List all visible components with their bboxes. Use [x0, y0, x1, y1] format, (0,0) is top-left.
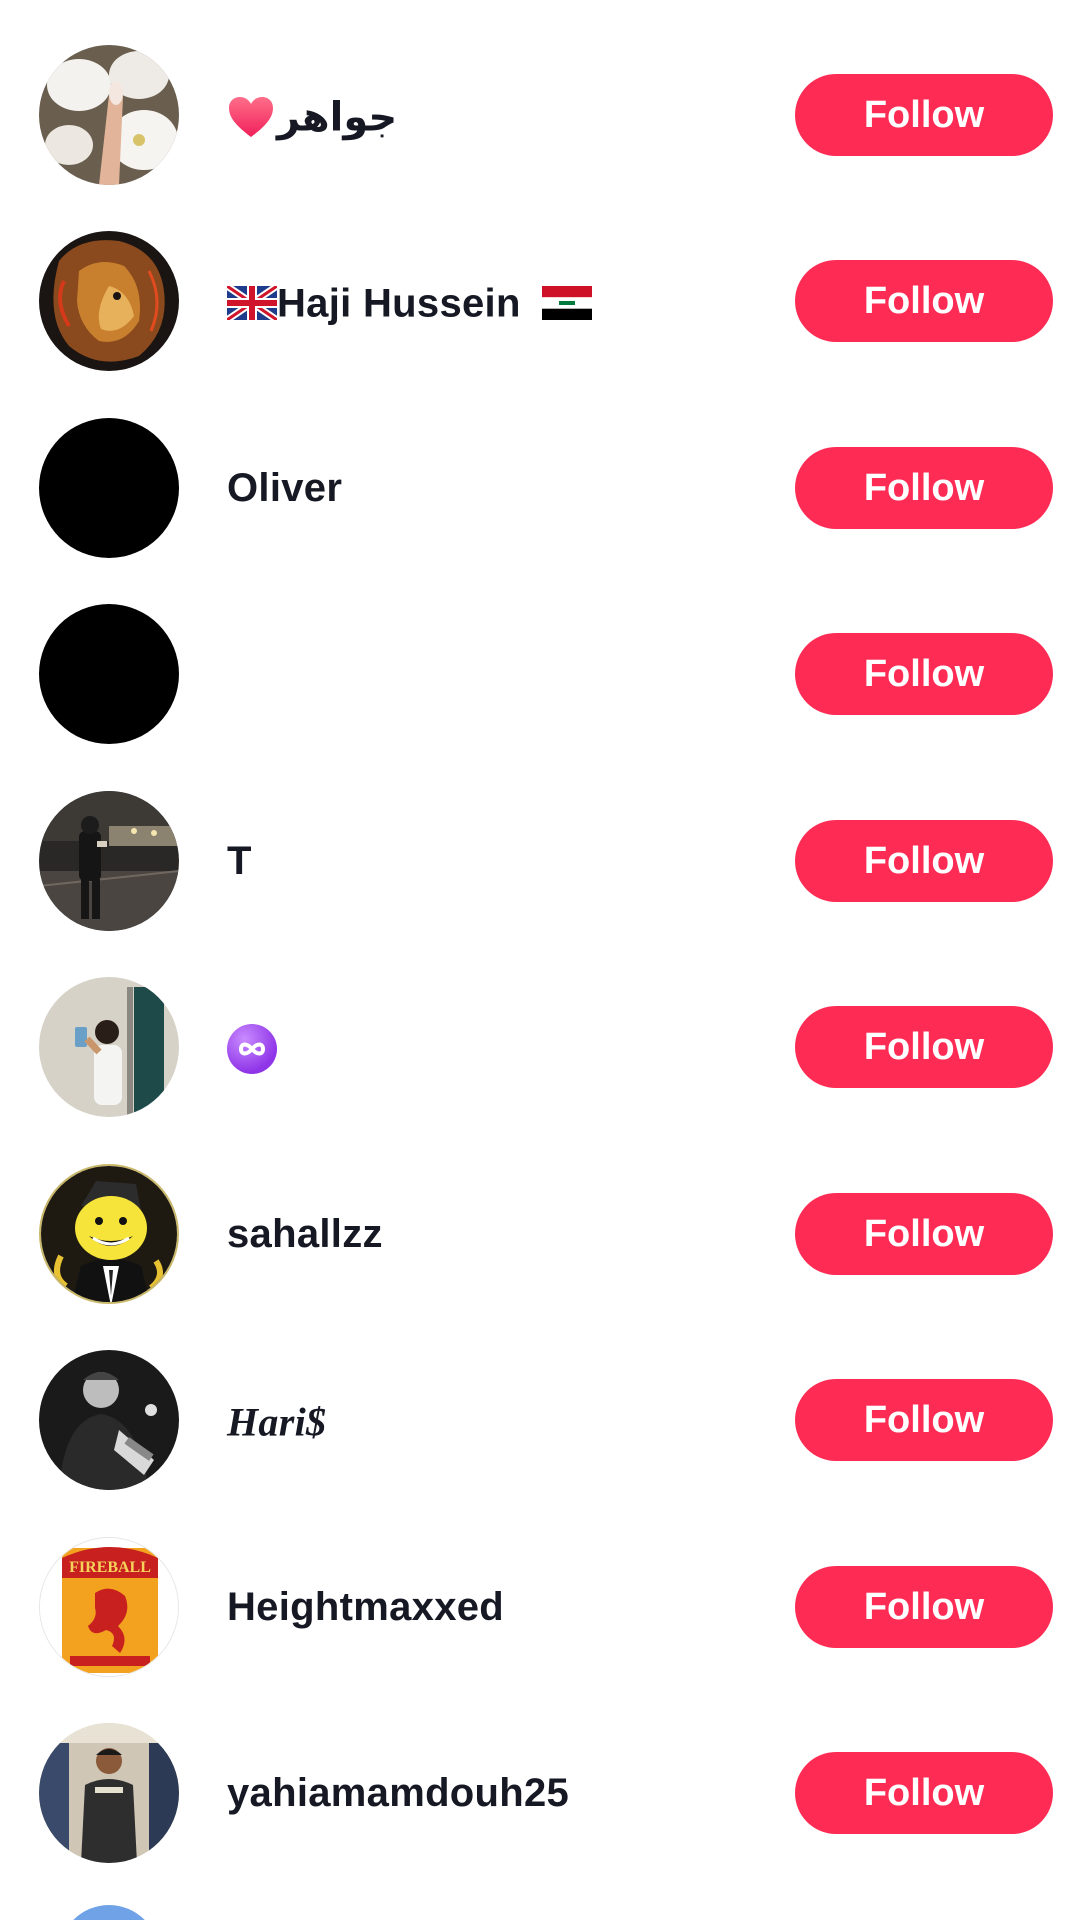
list-item[interactable]: T Follow [0, 768, 1080, 954]
username[interactable]: T [227, 768, 252, 954]
follow-button[interactable]: Follow [795, 633, 1053, 715]
lion-artwork-photo [39, 231, 179, 371]
list-item[interactable]: yahiamamdouh25 Follow [0, 1700, 1080, 1886]
follow-button[interactable]: Follow [795, 1193, 1053, 1275]
follow-button[interactable]: Follow [795, 1752, 1053, 1834]
list-item[interactable]: Haji Hussein Follow [0, 208, 1080, 394]
fireball-label-logo: FIREBALL [40, 1538, 178, 1676]
svg-text:FIREBALL: FIREBALL [69, 1559, 151, 1576]
koro-sensei-cartoon [41, 1166, 177, 1302]
infinity-icon [227, 1024, 277, 1075]
follow-button[interactable]: Follow [795, 447, 1053, 529]
following-list: جواهر Follow Haji Hussein Follow Oliver … [0, 0, 1080, 1920]
list-item[interactable]: جواهر Follow [0, 22, 1080, 208]
iraq-flag-icon [542, 286, 593, 321]
list-item[interactable]: Hari$ Follow [0, 1327, 1080, 1513]
follow-button[interactable]: Follow [795, 1379, 1053, 1461]
username[interactable]: yahiamamdouh25 [227, 1700, 569, 1886]
avatar[interactable] [39, 1723, 179, 1863]
username[interactable]: sahallzz [227, 1141, 383, 1327]
orchid-hand-photo [39, 45, 179, 185]
mirror-selfie-photo [39, 977, 179, 1117]
standing-man-photo [39, 1723, 179, 1863]
avatar[interactable] [39, 791, 179, 931]
avatar[interactable] [39, 1350, 179, 1490]
follow-button[interactable]: Follow [795, 1006, 1053, 1088]
avatar[interactable] [39, 418, 179, 558]
follow-button[interactable]: Follow [795, 74, 1053, 156]
avatar[interactable] [59, 1905, 159, 1920]
night-street-photo [39, 791, 179, 931]
avatar[interactable] [39, 231, 179, 371]
username[interactable]: Heightmaxxed [227, 1514, 504, 1700]
avatar[interactable]: FIREBALL [39, 1537, 179, 1677]
list-item[interactable]: Follow [0, 581, 1080, 767]
avatar[interactable] [39, 1164, 179, 1304]
red-heart-icon [229, 97, 273, 138]
list-item[interactable]: Oliver Follow [0, 395, 1080, 581]
username[interactable]: Hari$ [227, 1327, 326, 1513]
username[interactable]: جواهر [227, 22, 397, 208]
list-item[interactable]: FIREBALL Heightmaxxed Follow [0, 1514, 1080, 1700]
avatar[interactable] [39, 604, 179, 744]
follow-button[interactable]: Follow [795, 820, 1053, 902]
username[interactable] [227, 954, 277, 1140]
follow-button[interactable]: Follow [795, 260, 1053, 342]
list-item[interactable]: sahallzz Follow [0, 1141, 1080, 1327]
bw-portrait-photo [39, 1350, 179, 1490]
list-item[interactable]: Follow [0, 954, 1080, 1140]
avatar[interactable] [39, 977, 179, 1117]
username[interactable]: Haji Hussein [227, 208, 593, 394]
username[interactable]: Oliver [227, 395, 342, 581]
uk-flag-icon [227, 286, 277, 321]
avatar[interactable] [39, 45, 179, 185]
follow-button[interactable]: Follow [795, 1566, 1053, 1648]
